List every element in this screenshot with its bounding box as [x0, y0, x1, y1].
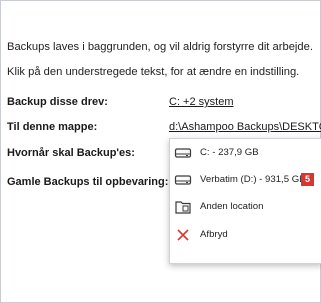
close-icon [177, 229, 189, 241]
menu-item-other-location[interactable]: Anden location [170, 195, 321, 221]
drive-icon [174, 148, 192, 158]
step-badge: 5 [301, 173, 314, 186]
drive-dropdown-menu: C: - 237,9 GB Verbatim (D:) - 931,5 GB 5… [169, 138, 321, 264]
menu-item-label: Anden location [200, 201, 264, 212]
target-folder-link[interactable]: d:\Ashampoo Backups\DESKTC [169, 121, 321, 133]
intro-text-1: Backups laves i baggrunden, og vil aldri… [7, 41, 313, 53]
schedule-label: Hvornår skal Backup'es: [7, 147, 135, 159]
menu-item-label: Verbatim (D:) - 931,5 GB [200, 174, 306, 185]
drive-icon [174, 175, 192, 185]
menu-item-label: Afbryd [200, 229, 228, 240]
folder-icon [175, 201, 191, 214]
menu-item-label: C: - 237,9 GB [200, 147, 259, 158]
drives-link[interactable]: C: +2 system [169, 96, 234, 108]
retention-label: Gamle Backups til opbevaring: [7, 176, 169, 188]
drives-label: Backup disse drev: [7, 96, 108, 108]
menu-item-cancel[interactable]: Afbryd [170, 223, 321, 249]
target-folder-label: Til denne mappe: [7, 121, 98, 133]
menu-item-drive-c[interactable]: C: - 237,9 GB [170, 141, 321, 167]
intro-text-2: Klik på den understregede tekst, for at … [7, 66, 300, 78]
menu-item-drive-d[interactable]: Verbatim (D:) - 931,5 GB 5 [170, 168, 321, 194]
